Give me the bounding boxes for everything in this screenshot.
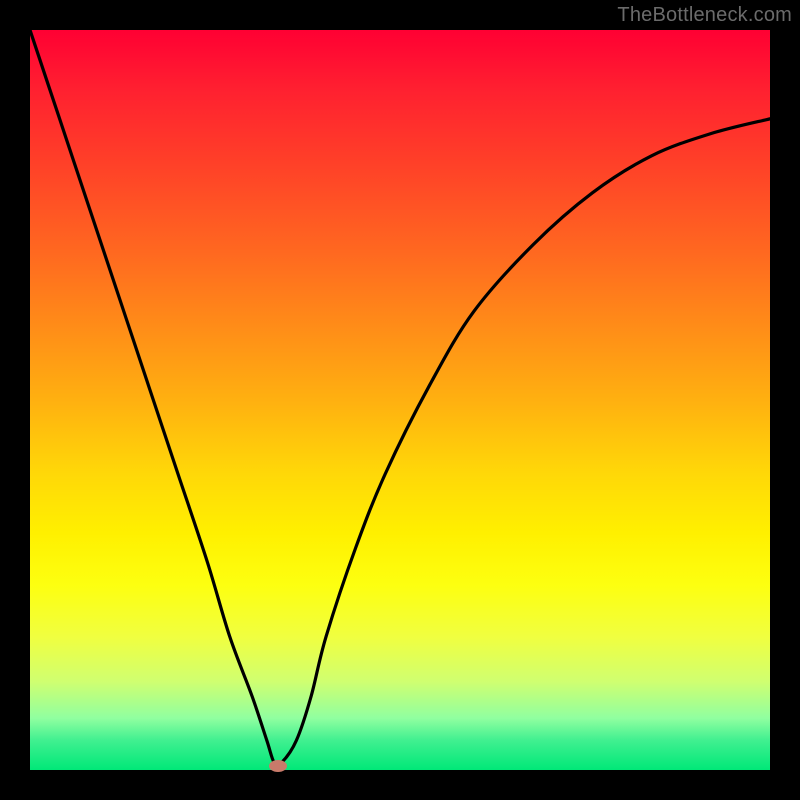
curve-path xyxy=(30,30,770,765)
bottleneck-curve xyxy=(30,30,770,770)
optimum-marker xyxy=(269,760,287,772)
chart-frame: TheBottleneck.com xyxy=(0,0,800,800)
watermark-text: TheBottleneck.com xyxy=(617,4,792,27)
plot-area xyxy=(30,30,770,770)
